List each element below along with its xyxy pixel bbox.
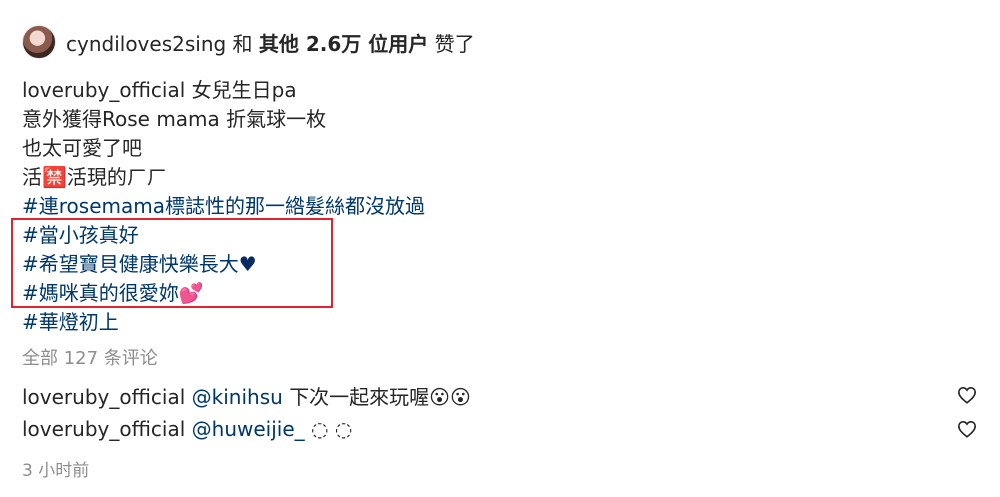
caption-line: 也太可愛了吧	[22, 136, 142, 160]
comment-row: loveruby_official @kinihsu 下次一起來玩喔😮😮	[22, 380, 978, 410]
view-all-comments-link[interactable]: 全部 127 条评论	[22, 344, 158, 370]
heart-icon[interactable]	[956, 418, 978, 440]
liker-avatar[interactable]	[22, 25, 56, 59]
hashtag-link[interactable]: #連rosemama標誌性的那一綹髮絲都沒放過	[22, 192, 425, 221]
comment-username[interactable]: loveruby_official	[22, 417, 185, 441]
caption-line: 活🈲活現的ㄏㄏ	[22, 165, 167, 189]
comment-text: ◌ ◌	[311, 417, 353, 441]
comment-text: 下次一起來玩喔😮😮	[289, 384, 471, 409]
post-timestamp: 3 小时前	[22, 461, 90, 481]
comment-username[interactable]: loveruby_official	[22, 385, 185, 409]
likes-summary: cyndiloves2sing 和 其他 2.6万 位用户 赞了	[66, 28, 475, 57]
hashtag-link[interactable]: #華燈初上	[22, 308, 425, 337]
comment-body: loveruby_official @huweijie_ ◌ ◌	[22, 417, 352, 441]
heart-icon[interactable]	[956, 384, 978, 406]
comment-mention[interactable]: @huweijie_	[192, 417, 305, 441]
caption-first-line: loveruby_official 女兒生日pa	[22, 76, 425, 105]
caption-username[interactable]: loveruby_official	[22, 78, 185, 102]
likes-others-link[interactable]: 其他 2.6万 位用户	[259, 32, 428, 56]
comment-body: loveruby_official @kinihsu 下次一起來玩喔😮😮	[22, 381, 471, 410]
highlight-annotation-box	[11, 218, 333, 308]
caption-line: 意外獲得Rose mama 折氣球一枚	[22, 107, 327, 131]
comment-row: loveruby_official @huweijie_ ◌ ◌	[22, 414, 978, 444]
likes-row: cyndiloves2sing 和 其他 2.6万 位用户 赞了	[22, 24, 475, 60]
likes-and: 和	[232, 31, 253, 56]
caption-text: 女兒生日pa	[191, 78, 297, 102]
comment-mention[interactable]: @kinihsu	[192, 385, 283, 409]
likes-liked: 赞了	[434, 31, 475, 56]
liker-username[interactable]: cyndiloves2sing	[66, 32, 226, 56]
